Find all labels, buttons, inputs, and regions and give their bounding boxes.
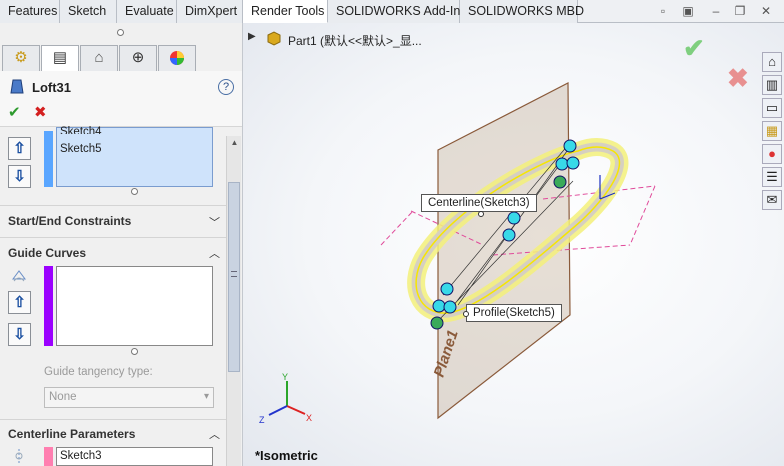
move-up-button[interactable]: ⇧: [8, 137, 31, 160]
centerline-color-bar: [44, 447, 53, 466]
view-palette-icon[interactable]: ▦: [762, 121, 782, 141]
home-icon[interactable]: ⌂: [762, 52, 782, 72]
connector-handle[interactable]: [563, 139, 577, 153]
connector-handle[interactable]: [507, 211, 521, 225]
list-item[interactable]: Sketch5: [60, 143, 102, 155]
centerline-callout[interactable]: Centerline(Sketch3): [421, 194, 537, 212]
command-manager-tabs: Features Sketch Evaluate DimXpert Render…: [0, 0, 784, 23]
chevron-up-icon[interactable]: ︿: [209, 245, 220, 261]
triad-x-label: X: [306, 413, 312, 423]
manager-tabs: ⚙ ▤ ⌂ ⊕: [0, 45, 242, 71]
color-wheel-icon: [170, 51, 184, 65]
tab-features[interactable]: Features: [0, 0, 60, 23]
chevron-down-icon: ▾: [203, 391, 209, 402]
list-item[interactable]: Sketch3: [60, 450, 102, 462]
guide-curve-icon: [12, 270, 26, 282]
triad-z-label: Z: [259, 415, 265, 425]
centerline-parameters-title[interactable]: Centerline Parameters: [8, 427, 135, 441]
model-scene: Plane1 Y X Z: [259, 82, 656, 425]
view-triad: Y X Z: [259, 372, 312, 425]
connector-handle[interactable]: [440, 282, 454, 296]
confirm-cancel-icon[interactable]: ✖: [727, 63, 749, 94]
property-manager-icon[interactable]: ▤: [41, 45, 79, 71]
move-down-button[interactable]: ⇩: [8, 165, 31, 188]
tab-evaluate[interactable]: Evaluate: [117, 0, 177, 23]
centerline-list[interactable]: Sketch3: [56, 447, 213, 466]
close-icon[interactable]: ✕: [758, 4, 774, 19]
chevron-down-icon[interactable]: ﹀: [209, 214, 220, 230]
loft-icon: [10, 79, 24, 94]
move-down-button[interactable]: ⇩: [8, 323, 31, 346]
profile-callout[interactable]: Profile(Sketch5): [466, 304, 562, 322]
callout-anchor: [463, 311, 469, 317]
connector-handle[interactable]: [443, 300, 457, 314]
feature-header: Loft31 ? ✔ ✖: [0, 71, 242, 127]
list-resize-handle[interactable]: [131, 188, 138, 195]
start-end-constraints-title[interactable]: Start/End Constraints: [8, 214, 131, 228]
design-library-icon[interactable]: ▥: [762, 75, 782, 95]
tab-solidworks-mbd[interactable]: SOLIDWORKS MBD: [460, 0, 584, 23]
tab-render-tools[interactable]: Render Tools: [243, 0, 328, 23]
appearances-icon[interactable]: ●: [762, 144, 782, 164]
profiles-list[interactable]: Sketch4 Sketch5: [56, 126, 213, 187]
tab-dimxpert[interactable]: DimXpert: [177, 0, 243, 23]
scrollbar-thumb[interactable]: [228, 182, 240, 372]
select-value: None: [49, 391, 77, 403]
guide-curves-title[interactable]: Guide Curves: [8, 246, 86, 260]
guide-tangency-label: Guide tangency type:: [44, 366, 153, 378]
list-resize-handle[interactable]: [131, 348, 138, 355]
callout-anchor: [478, 211, 484, 217]
guide-curves-list[interactable]: [56, 266, 213, 346]
property-manager-panel: ⚙ ▤ ⌂ ⊕ Loft31 ? ✔ ✖ ⇧ ⇩ Sketch4 Sketch5…: [0, 23, 243, 466]
divider: [0, 205, 226, 206]
connector-handle[interactable]: [566, 156, 580, 170]
connector-handle[interactable]: [502, 228, 516, 242]
feature-name: Loft31: [32, 80, 71, 95]
configuration-manager-icon[interactable]: ⌂: [80, 45, 118, 71]
restore-panes-icon[interactable]: ▫: [655, 4, 671, 19]
chevron-up-icon[interactable]: ︿: [209, 426, 220, 442]
help-icon[interactable]: ?: [218, 79, 234, 95]
connector-handle[interactable]: [430, 316, 444, 330]
graphics-area[interactable]: ▶ Part1 (默认<<默认>_显... Plane1 Y X Z Cente…: [243, 23, 784, 466]
feature-manager-icon[interactable]: ⚙: [2, 45, 40, 71]
thumb-grip-icon: [231, 271, 237, 277]
triad-y-label: Y: [282, 372, 288, 382]
maximize-icon[interactable]: ❐: [732, 4, 748, 19]
cancel-button[interactable]: ✖: [34, 103, 47, 121]
scroll-up-arrow-icon[interactable]: ▲: [229, 138, 240, 150]
guide-color-bar: [44, 266, 53, 346]
tile-icon[interactable]: ▣: [680, 4, 696, 19]
display-manager-icon[interactable]: [158, 45, 196, 71]
panel-splitter-handle[interactable]: [117, 29, 124, 36]
connector-handle[interactable]: [432, 299, 446, 313]
ok-button[interactable]: ✔: [8, 103, 21, 121]
guide-tangency-select[interactable]: None ▾: [44, 387, 214, 408]
tab-sketch[interactable]: Sketch: [60, 0, 117, 23]
minimize-icon[interactable]: –: [708, 4, 724, 19]
move-up-button[interactable]: ⇧: [8, 291, 31, 314]
tab-solidworks-add-ins[interactable]: SOLIDWORKS Add-Ins: [328, 0, 467, 23]
file-explorer-icon[interactable]: ▭: [762, 98, 782, 118]
divider: [0, 419, 226, 420]
connector-handle[interactable]: [553, 175, 567, 189]
custom-properties-icon[interactable]: ☰: [762, 167, 782, 187]
confirm-ok-icon[interactable]: ✔: [683, 33, 705, 64]
forum-icon[interactable]: ✉: [762, 190, 782, 210]
list-item[interactable]: Sketch4: [60, 126, 102, 134]
centerline-icon: [15, 449, 23, 463]
connector-handle[interactable]: [555, 157, 569, 171]
dimxpert-manager-icon[interactable]: ⊕: [119, 45, 157, 71]
panel-scrollbar[interactable]: ▲: [226, 136, 241, 466]
divider: [0, 237, 226, 238]
profile-color-bar: [44, 131, 53, 187]
view-orientation-label: *Isometric: [255, 448, 318, 463]
